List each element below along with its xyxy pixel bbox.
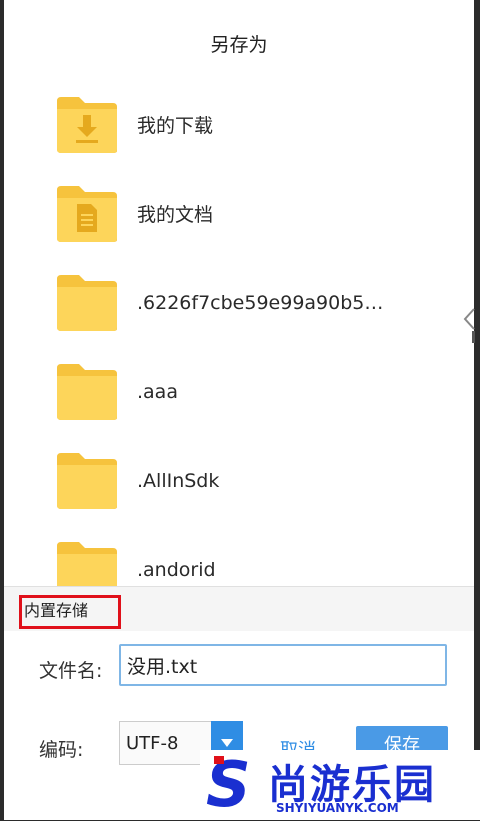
folder-icon [55,451,119,511]
breadcrumb-bar: 内置存储 [4,586,474,631]
chevron-left-icon [462,305,476,345]
folder-name: .aaa [137,380,178,403]
encoding-value: UTF-8 [126,733,179,754]
folder-icon [55,362,119,422]
document-folder-icon [55,184,119,244]
folder-name: .andorid [137,558,216,581]
list-item[interactable]: .AllInSdk [4,436,474,525]
save-as-dialog: 另存为 我的下载 我的文档 .6226f7cbe59e99a90b5… .aaa… [4,0,474,820]
encoding-label: 编码: [39,739,84,761]
list-item[interactable]: 我的文档 [4,169,474,258]
list-item[interactable]: .andorid [4,525,474,586]
list-item[interactable]: 我的下载 [4,80,474,169]
download-folder-icon [55,95,119,155]
watermark-accent [214,756,224,764]
watermark-logo: S 尚游乐园 SHYIYUANYK.COM [200,750,480,820]
folder-name: .AllInSdk [137,469,220,492]
list-item[interactable]: .6226f7cbe59e99a90b5… [4,258,474,347]
dialog-title: 另存为 [210,34,268,56]
folder-list[interactable]: 我的下载 我的文档 .6226f7cbe59e99a90b5… .aaa .Al… [4,80,474,586]
folder-name: .6226f7cbe59e99a90b5… [137,291,384,314]
folder-icon [55,273,119,333]
breadcrumb-highlight [19,595,121,629]
watermark-url: SHYIYUANYK.COM [276,801,399,815]
folder-name: 我的文档 [137,204,214,226]
folder-icon [55,540,119,586]
list-item[interactable]: .aaa [4,347,474,436]
folder-name: 我的下载 [137,115,214,137]
filename-input[interactable] [119,644,447,686]
filename-label: 文件名: [39,660,103,682]
